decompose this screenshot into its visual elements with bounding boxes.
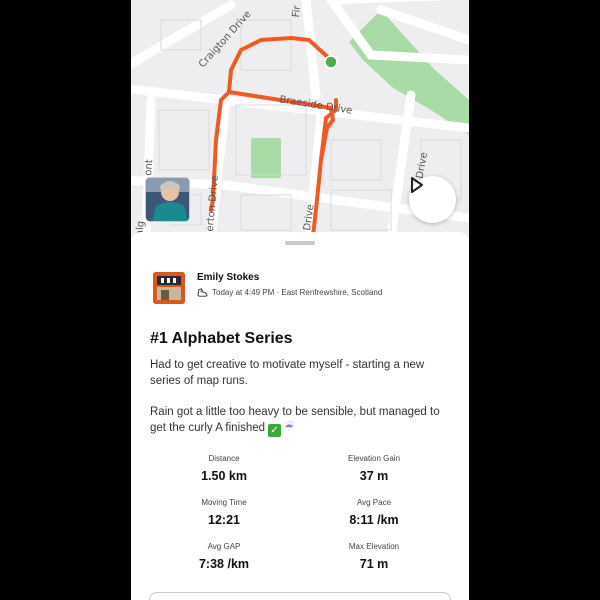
activity-description-2: Rain got a little too heavy to be sensib… [150,404,450,437]
stat-label: Distance [208,454,240,463]
activity-description-2-text: Rain got a little too heavy to be sensib… [150,406,440,434]
stat-label: Elevation Gain [347,454,401,463]
athlete-name[interactable]: Emily Stokes [197,272,259,283]
check-mark-icon: ✓ [268,424,282,437]
rain-cloud-icon: ☔ [284,422,294,434]
stat-value: 7:38 /km [198,557,250,571]
stat-label: Moving Time [201,498,247,507]
athlete-header[interactable]: Emily Stokes Today at 4:49 PM · East Ren… [153,272,453,306]
stat-label: Avg Pace [356,498,392,507]
play-icon [411,177,423,193]
stat-value: 37 m [359,469,389,483]
stat-value: 12:21 [208,513,240,527]
stat-value: 1.50 km [201,469,247,483]
avatar[interactable] [153,272,185,304]
stat-value: 8:11 /km [349,513,399,527]
stat-value: 71 m [359,557,389,571]
stat-max-elevation: Max Elevation 71 m [299,542,449,571]
stat-moving-time: Moving Time 12:21 [149,498,299,527]
activity-title: #1 Alphabet Series [150,330,293,347]
avatar-image [153,272,185,304]
route-map[interactable]: Craigton Drive Braeside Drive Drive Driv… [131,0,469,238]
play-flyover-button[interactable] [409,176,456,223]
street-label-ont: ont [143,158,156,177]
stat-label: Max Elevation [348,542,400,551]
activity-meta-text: Today at 4:49 PM · East Renfrewshire, Sc… [212,288,383,297]
stat-avg-gap: Avg GAP 7:38 /km [149,542,299,571]
stat-distance: Distance 1.50 km [149,454,299,483]
activity-description-1: Had to get creative to motivate myself -… [150,359,425,387]
shoe-icon [197,288,208,297]
stat-elevation-gain: Elevation Gain 37 m [299,454,449,483]
street-label-fir: Fir [290,5,303,18]
activity-photo-thumbnail[interactable] [145,177,190,222]
bottom-action-bar[interactable] [149,592,451,600]
activity-meta: Today at 4:49 PM · East Renfrewshire, Sc… [197,287,382,298]
activity-screen: Craigton Drive Braeside Drive Drive Driv… [131,0,469,600]
activity-details-sheet: Emily Stokes Today at 4:49 PM · East Ren… [131,232,469,600]
drag-handle[interactable] [285,241,315,245]
stat-label: Avg GAP [207,542,241,551]
photo-image [146,178,189,221]
stat-avg-pace: Avg Pace 8:11 /km [299,498,449,527]
